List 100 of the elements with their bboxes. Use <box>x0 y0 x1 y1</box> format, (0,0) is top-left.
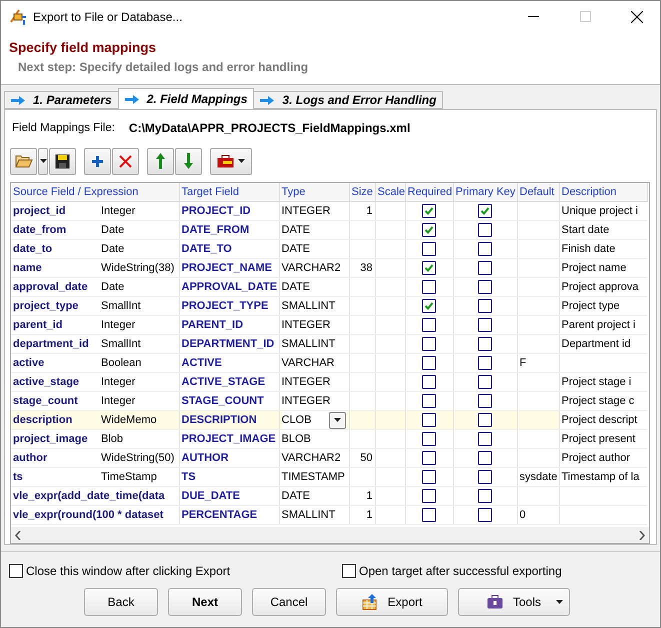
column-header[interactable]: Description <box>559 183 647 202</box>
dialog-button[interactable]: Cancel <box>252 588 326 616</box>
source-expression-cell: vle_expr(round(100 * dataset <box>11 506 179 524</box>
type-cell: SMALLINT <box>279 506 349 524</box>
maximize-icon <box>580 11 590 22</box>
checkbox[interactable] <box>422 470 436 484</box>
checkbox[interactable] <box>478 242 492 256</box>
checkbox[interactable] <box>422 318 436 332</box>
column-header[interactable]: Primary Key <box>453 183 517 202</box>
column-header[interactable]: Default <box>517 183 559 202</box>
description-cell: Parent project i <box>559 316 647 334</box>
folder-icon <box>14 154 32 168</box>
checkbox[interactable] <box>422 489 436 503</box>
checkbox[interactable] <box>478 223 492 237</box>
briefcase-icon <box>217 154 234 168</box>
next-button[interactable]: Next <box>168 588 242 616</box>
checkbox[interactable] <box>422 508 436 522</box>
target-field-cell: PERCENTAGE <box>179 506 279 524</box>
plus-icon <box>91 154 104 168</box>
open-menu-button[interactable] <box>38 148 48 174</box>
checkbox[interactable] <box>422 280 436 294</box>
export-button[interactable]: Export <box>336 588 448 616</box>
caret-icon <box>556 600 563 604</box>
option-checkbox[interactable]: Open target after successful exporting <box>342 564 642 578</box>
description-cell: Start date <box>559 220 647 240</box>
checkbox[interactable] <box>422 204 436 218</box>
description-cell: Department id <box>559 334 647 354</box>
open-button[interactable] <box>10 148 37 174</box>
save-button[interactable] <box>49 148 76 174</box>
description-cell: Project stage c <box>559 392 647 410</box>
step-subtitle: Next step: Specify detailed logs and error handling <box>17 60 310 74</box>
chevron-left-icon <box>15 530 21 540</box>
checkbox[interactable] <box>478 280 492 294</box>
tab[interactable]: 1. Parameters <box>4 91 119 109</box>
minimize-icon <box>528 16 538 18</box>
file-path: C:\MyData\APPR_PROJECTS_FieldMappings.xml <box>128 121 410 135</box>
checkbox[interactable] <box>422 413 436 427</box>
add-button[interactable] <box>84 148 111 174</box>
checkbox[interactable] <box>422 356 436 370</box>
default-cell: 0 <box>517 506 559 524</box>
tab[interactable]: 3. Logs and Error Handling <box>253 91 444 109</box>
checkbox[interactable] <box>478 261 492 275</box>
app-icon <box>9 8 27 26</box>
checkbox[interactable] <box>422 432 436 446</box>
close-icon <box>631 10 643 22</box>
caret-icon <box>40 159 46 163</box>
checkbox[interactable] <box>478 489 492 503</box>
dialog-button[interactable]: Back <box>84 588 158 616</box>
column-header[interactable]: Source Field / Expression <box>11 183 179 202</box>
description-cell: Project type <box>559 296 647 316</box>
checkbox[interactable] <box>478 299 492 313</box>
export-icon <box>362 594 378 610</box>
checkbox[interactable] <box>422 261 436 275</box>
arrow-icon <box>124 94 139 104</box>
description-cell: Project name <box>559 258 647 278</box>
column-header[interactable]: Required <box>405 183 453 202</box>
tab[interactable]: 2. Field Mappings <box>118 88 254 109</box>
tools-button[interactable]: Tools <box>458 588 570 616</box>
checkbox[interactable] <box>422 394 436 408</box>
checkbox[interactable] <box>478 413 492 427</box>
description-cell: Project approva <box>559 278 647 296</box>
checkbox[interactable] <box>478 204 492 218</box>
description-cell: Project author <box>559 448 647 468</box>
checkbox[interactable] <box>478 318 492 332</box>
briefcase-icon <box>486 595 503 609</box>
description-cell: Project present <box>559 430 647 448</box>
description-cell: Finish date <box>559 240 647 258</box>
column-header[interactable]: Size <box>349 183 375 202</box>
size-cell: 1 <box>349 506 375 524</box>
delete-button[interactable] <box>112 148 139 174</box>
checkbox[interactable] <box>422 451 436 465</box>
checkbox[interactable] <box>478 451 492 465</box>
checkbox[interactable] <box>422 299 436 313</box>
move-up-button[interactable] <box>147 148 174 174</box>
description-cell: Timestamp of la <box>559 468 647 486</box>
caret-icon <box>238 159 245 163</box>
file-label: Field Mappings File: <box>12 122 115 134</box>
checkbox[interactable] <box>478 508 492 522</box>
checkbox[interactable] <box>478 470 492 484</box>
checkbox[interactable] <box>478 375 492 389</box>
column-header[interactable]: Target Field <box>179 183 279 202</box>
checkbox[interactable] <box>422 337 436 351</box>
checkbox[interactable] <box>422 242 436 256</box>
arrow-down-icon <box>184 153 193 169</box>
column-header[interactable]: Type <box>279 183 349 202</box>
checkbox[interactable] <box>478 432 492 446</box>
move-down-button[interactable] <box>175 148 202 174</box>
tools-menu-button[interactable] <box>210 148 252 174</box>
checkbox[interactable] <box>422 223 436 237</box>
option-checkbox[interactable]: Close this window after clicking Export <box>9 564 342 578</box>
checkbox[interactable] <box>478 394 492 408</box>
chevron-right-icon <box>639 530 645 540</box>
save-icon <box>55 154 70 168</box>
checkbox[interactable] <box>478 356 492 370</box>
close-icon <box>119 154 132 168</box>
checkbox[interactable] <box>478 337 492 351</box>
arrow-up-icon <box>156 153 165 169</box>
horizontal-scrollbar[interactable] <box>11 527 649 543</box>
checkbox[interactable] <box>422 375 436 389</box>
arrow-icon <box>260 96 274 104</box>
